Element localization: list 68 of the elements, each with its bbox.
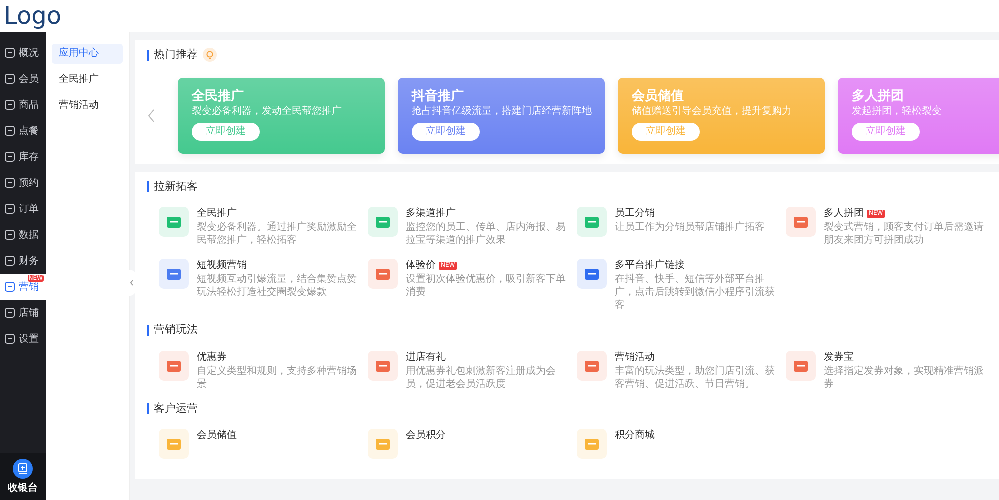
feature-description: 让员工作为分销员帮店铺推广拓客	[615, 221, 765, 234]
sidebar-item[interactable]: 设置	[0, 326, 46, 352]
feature-description: 自定义类型和规则，支持多种营销场景	[197, 364, 358, 390]
promo-title: 抖音推广	[412, 88, 465, 104]
feature-description: 选择指定发券对象，实现精准营销派券	[824, 364, 985, 390]
sub-nav-item[interactable]: 应用中心	[52, 44, 123, 64]
feature-title[interactable]: 进店有礼	[406, 350, 446, 364]
section-title: 营销玩法	[154, 322, 198, 338]
feature-title[interactable]: 积分商城	[615, 429, 655, 443]
feature-title[interactable]: 多渠道推广	[406, 207, 456, 221]
feature-description: 设置初次体验优惠价，吸引新客下单消费	[406, 273, 567, 299]
square-icon	[5, 178, 15, 188]
square-icon	[5, 74, 15, 84]
promo-description: 储值赠送引导会员充值，提升复购力	[632, 104, 793, 118]
feature-description: 丰富的玩法类型，助您门店引流、获客营销、促进活跃、节日营销。	[615, 364, 776, 390]
sidebar-item[interactable]: 点餐	[0, 118, 46, 144]
sidebar-item[interactable]: 财务	[0, 248, 46, 274]
feature-description: 用优惠券礼包刺激新客注册成为会员，促进老会员活跃度	[406, 364, 557, 390]
promo-description: 裂变必备利器，发动全民帮您推广	[192, 104, 343, 118]
feature-title[interactable]: 多平台推广链接	[615, 259, 685, 273]
feature-description: 在抖音、快手、短信等外部平台推广，点击后跳转到微信小程序引流获客	[615, 273, 776, 312]
feature-title[interactable]: 营销活动	[615, 350, 655, 364]
chevron-left-icon	[147, 108, 157, 122]
chevron-left-icon	[130, 280, 134, 286]
square-icon	[5, 334, 15, 344]
sub-nav-item[interactable]: 全民推广	[52, 70, 123, 90]
feature-title[interactable]: 会员积分	[406, 429, 446, 443]
promo-title: 会员储值	[632, 88, 685, 104]
promo-description: 发起拼团，轻松裂变	[852, 104, 943, 118]
square-icon	[5, 230, 15, 240]
feature-title[interactable]: 多人拼团	[824, 207, 864, 221]
promo-title: 全民推广	[192, 88, 245, 104]
feature-title[interactable]: 员工分销	[615, 207, 655, 221]
sidebar-item[interactable]: 店铺	[0, 300, 46, 326]
feature-description: 裂变式营销，顾客支付订单后需邀请朋友来团方可拼团成功	[824, 221, 985, 247]
logo: Logo	[4, 4, 62, 28]
feature-title[interactable]: 会员储值	[197, 429, 237, 443]
sidebar-item[interactable]: 订单	[0, 196, 46, 222]
feature-title[interactable]: 优惠券	[197, 350, 227, 364]
feature-title[interactable]: 全民推广	[197, 207, 237, 221]
square-icon	[5, 100, 15, 110]
feature-title[interactable]: 发券宝	[824, 350, 854, 364]
square-icon	[5, 308, 15, 318]
feature-title[interactable]: 短视频营销	[197, 259, 247, 273]
promo-description: 抢占抖音亿级流量，搭建门店经营新阵地	[412, 104, 593, 118]
square-icon	[5, 126, 15, 136]
bulb-icon	[206, 50, 214, 60]
sidebar-item[interactable]: 数据	[0, 222, 46, 248]
square-icon	[5, 204, 15, 214]
square-icon	[5, 256, 15, 266]
promo-title: 多人拼团	[852, 88, 905, 104]
feature-title[interactable]: 体验价	[406, 259, 436, 273]
square-icon	[5, 48, 15, 58]
section-title: 热门推荐	[154, 47, 198, 63]
section-title: 客户运营	[154, 400, 198, 416]
square-icon	[5, 282, 15, 292]
square-icon	[5, 152, 15, 162]
sub-nav-item[interactable]: 营销活动	[52, 96, 123, 116]
sidebar-item[interactable]: 预约	[0, 170, 46, 196]
section-title: 拉新拓客	[154, 178, 198, 194]
feature-description: 监控您的员工、传单、店内海报、易拉宝等渠道的推广效果	[406, 221, 567, 247]
cashier-icon	[13, 459, 33, 479]
sidebar-item[interactable]: 库存	[0, 144, 46, 170]
feature-description: 裂变必备利器。通过推广奖励激励全民帮您推广，轻松拓客	[197, 221, 358, 247]
sidebar-item[interactable]: 概况	[0, 40, 46, 66]
sidebar-item[interactable]: 会员	[0, 66, 46, 92]
feature-description: 短视频互动引爆流量，结合集赞点赞玩法轻松打造社交圈裂变爆款	[197, 273, 358, 299]
sidebar-item[interactable]: 商品	[0, 92, 46, 118]
